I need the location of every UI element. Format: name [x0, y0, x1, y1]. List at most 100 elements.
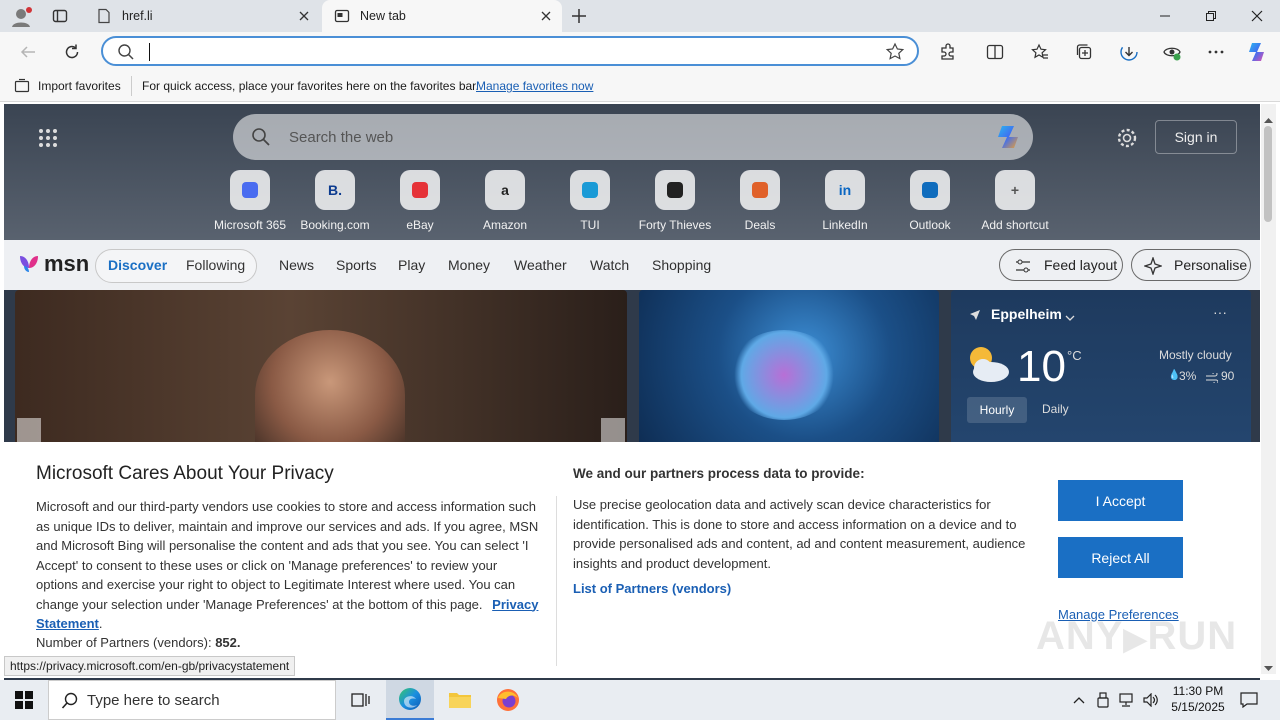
tab-discover[interactable]: Discover — [108, 257, 167, 273]
shortcut-glyph: B. — [328, 182, 342, 198]
close-tab-icon[interactable] — [296, 8, 312, 24]
vertical-scrollbar[interactable] — [1261, 104, 1276, 674]
notification-icon — [1240, 692, 1258, 708]
address-bar[interactable] — [101, 36, 919, 66]
weather-location[interactable]: Eppelheim — [991, 306, 1062, 322]
privacy-body: Microsoft and our third-party vendors us… — [36, 499, 539, 631]
collections-icon[interactable] — [1071, 39, 1097, 65]
firefox-icon — [497, 689, 519, 711]
msn-nav-watch[interactable]: Watch — [590, 257, 629, 273]
accept-button[interactable]: I Accept — [1058, 480, 1183, 521]
partners-list-link[interactable]: List of Partners (vendors) — [573, 581, 731, 596]
tab-new-tab[interactable]: New tab — [322, 0, 562, 32]
copilot-icon[interactable] — [993, 122, 1023, 156]
extensions-icon[interactable] — [934, 39, 960, 65]
file-explorer-button[interactable] — [436, 680, 484, 720]
tab-hourly[interactable]: Hourly — [967, 397, 1027, 423]
usb-icon[interactable] — [1093, 680, 1113, 720]
msn-nav-money[interactable]: Money — [448, 257, 490, 273]
new-tab-button[interactable] — [570, 7, 588, 25]
taskbar-search-box[interactable]: Type here to search — [48, 680, 336, 720]
shortcut-tui[interactable]: TUI — [545, 170, 635, 232]
notifications-button[interactable] — [1234, 680, 1264, 720]
partners-count-value: 852. — [215, 635, 241, 650]
browser-essentials-icon[interactable] — [1159, 39, 1185, 65]
msn-butterfly-icon[interactable] — [16, 251, 42, 282]
tab-actions-icon[interactable] — [52, 8, 68, 24]
sign-in-button[interactable]: Sign in — [1155, 120, 1237, 154]
shortcut-outlook[interactable]: Outlook — [885, 170, 975, 232]
split-screen-icon[interactable] — [982, 39, 1008, 65]
more-menu-icon[interactable] — [1203, 39, 1229, 65]
shortcut-linkedin[interactable]: in LinkedIn — [800, 170, 890, 232]
news-card-video[interactable] — [15, 290, 627, 450]
sliders-icon — [1014, 257, 1032, 278]
back-button[interactable] — [15, 39, 41, 65]
personalise-button[interactable]: Personalise — [1131, 249, 1251, 281]
weather-card[interactable]: Eppelheim ··· 10 °C Mostly cloudy 💧 3% 9… — [951, 290, 1251, 450]
edge-taskbar-button[interactable] — [386, 680, 434, 720]
page-icon — [96, 8, 112, 24]
msn-nav-weather[interactable]: Weather — [514, 257, 567, 273]
address-input[interactable] — [149, 43, 749, 61]
profile-icon[interactable] — [10, 6, 32, 28]
clock[interactable]: 11:30 PM 5/15/2025 — [1162, 683, 1234, 715]
manage-favorites-link[interactable]: Manage favorites now — [476, 79, 593, 93]
tab-following[interactable]: Following — [186, 257, 245, 273]
start-button[interactable] — [0, 680, 48, 720]
tab-href-li[interactable]: href.li — [84, 0, 320, 32]
shortcut-microsoft-365[interactable]: Microsoft 365 — [205, 170, 295, 232]
task-view-button[interactable] — [338, 680, 384, 720]
close-tab-icon[interactable] — [538, 8, 554, 24]
apps-launcher-icon[interactable] — [38, 128, 58, 153]
ebay-icon — [400, 170, 440, 210]
shortcut-amazon[interactable]: a Amazon — [460, 170, 550, 232]
shortcut-forty-thieves[interactable]: Forty Thieves — [630, 170, 720, 232]
msn-nav-news[interactable]: News — [279, 257, 314, 273]
firefox-button[interactable] — [484, 680, 532, 720]
m365-icon — [230, 170, 270, 210]
scrollbar-thumb[interactable] — [1264, 126, 1272, 222]
reject-all-button[interactable]: Reject All — [1058, 537, 1183, 578]
weather-unit: °C — [1067, 348, 1082, 363]
favorites-icon[interactable] — [1027, 39, 1053, 65]
import-favorites-icon[interactable] — [14, 78, 30, 97]
windows-logo-icon — [15, 691, 33, 709]
close-window-button[interactable] — [1234, 0, 1280, 32]
msn-nav-sports[interactable]: Sports — [336, 257, 376, 273]
restore-button[interactable] — [1188, 0, 1234, 32]
toolbar — [0, 32, 1280, 70]
tray-chevron-up-icon[interactable] — [1068, 680, 1090, 720]
msn-logo[interactable]: msn — [44, 251, 89, 277]
more-options-icon[interactable]: ··· — [1213, 304, 1227, 320]
taskbar-search-placeholder: Type here to search — [87, 691, 220, 709]
volume-icon[interactable] — [1140, 680, 1162, 720]
shortcut-ebay[interactable]: eBay — [375, 170, 465, 232]
feed-layout-button[interactable]: Feed layout — [999, 249, 1123, 281]
msn-nav-shopping[interactable]: Shopping — [652, 257, 711, 273]
shortcut-add-shortcut[interactable]: + Add shortcut — [970, 170, 1060, 232]
msn-nav-bar: msn Discover Following News Sports Play Mon… — [4, 240, 1260, 290]
shortcut-label: Amazon — [482, 218, 528, 232]
news-card-science[interactable] — [639, 290, 939, 450]
refresh-button[interactable] — [59, 39, 85, 65]
settings-gear-icon[interactable] — [1116, 127, 1138, 154]
hero-background: Search the web Sign in Microsoft 365 B. Bo… — [4, 104, 1260, 240]
msn-nav-play[interactable]: Play — [398, 257, 425, 273]
import-favorites-button[interactable]: Import favorites — [38, 79, 121, 93]
network-icon[interactable] — [1116, 680, 1138, 720]
clock-time: 11:30 PM — [1172, 684, 1224, 698]
chevron-down-icon[interactable] — [1065, 310, 1075, 328]
favorites-bar: Import favorites For quick access, place… — [0, 70, 1280, 102]
scroll-down-arrow-icon[interactable] — [1264, 659, 1273, 677]
minimize-button[interactable] — [1142, 0, 1188, 32]
shortcut-booking-com[interactable]: B. Booking.com — [290, 170, 380, 232]
tab-daily[interactable]: Daily — [1042, 402, 1069, 416]
downloads-icon[interactable] — [1116, 39, 1142, 65]
shortcut-deals[interactable]: Deals — [715, 170, 805, 232]
search-placeholder: Search the web — [289, 128, 394, 146]
partners-count-label: Number of Partners (vendors): — [36, 635, 212, 650]
star-favorite-icon[interactable] — [885, 42, 905, 67]
copilot-icon[interactable] — [1245, 39, 1271, 65]
web-search-box[interactable]: Search the web — [233, 114, 1033, 160]
